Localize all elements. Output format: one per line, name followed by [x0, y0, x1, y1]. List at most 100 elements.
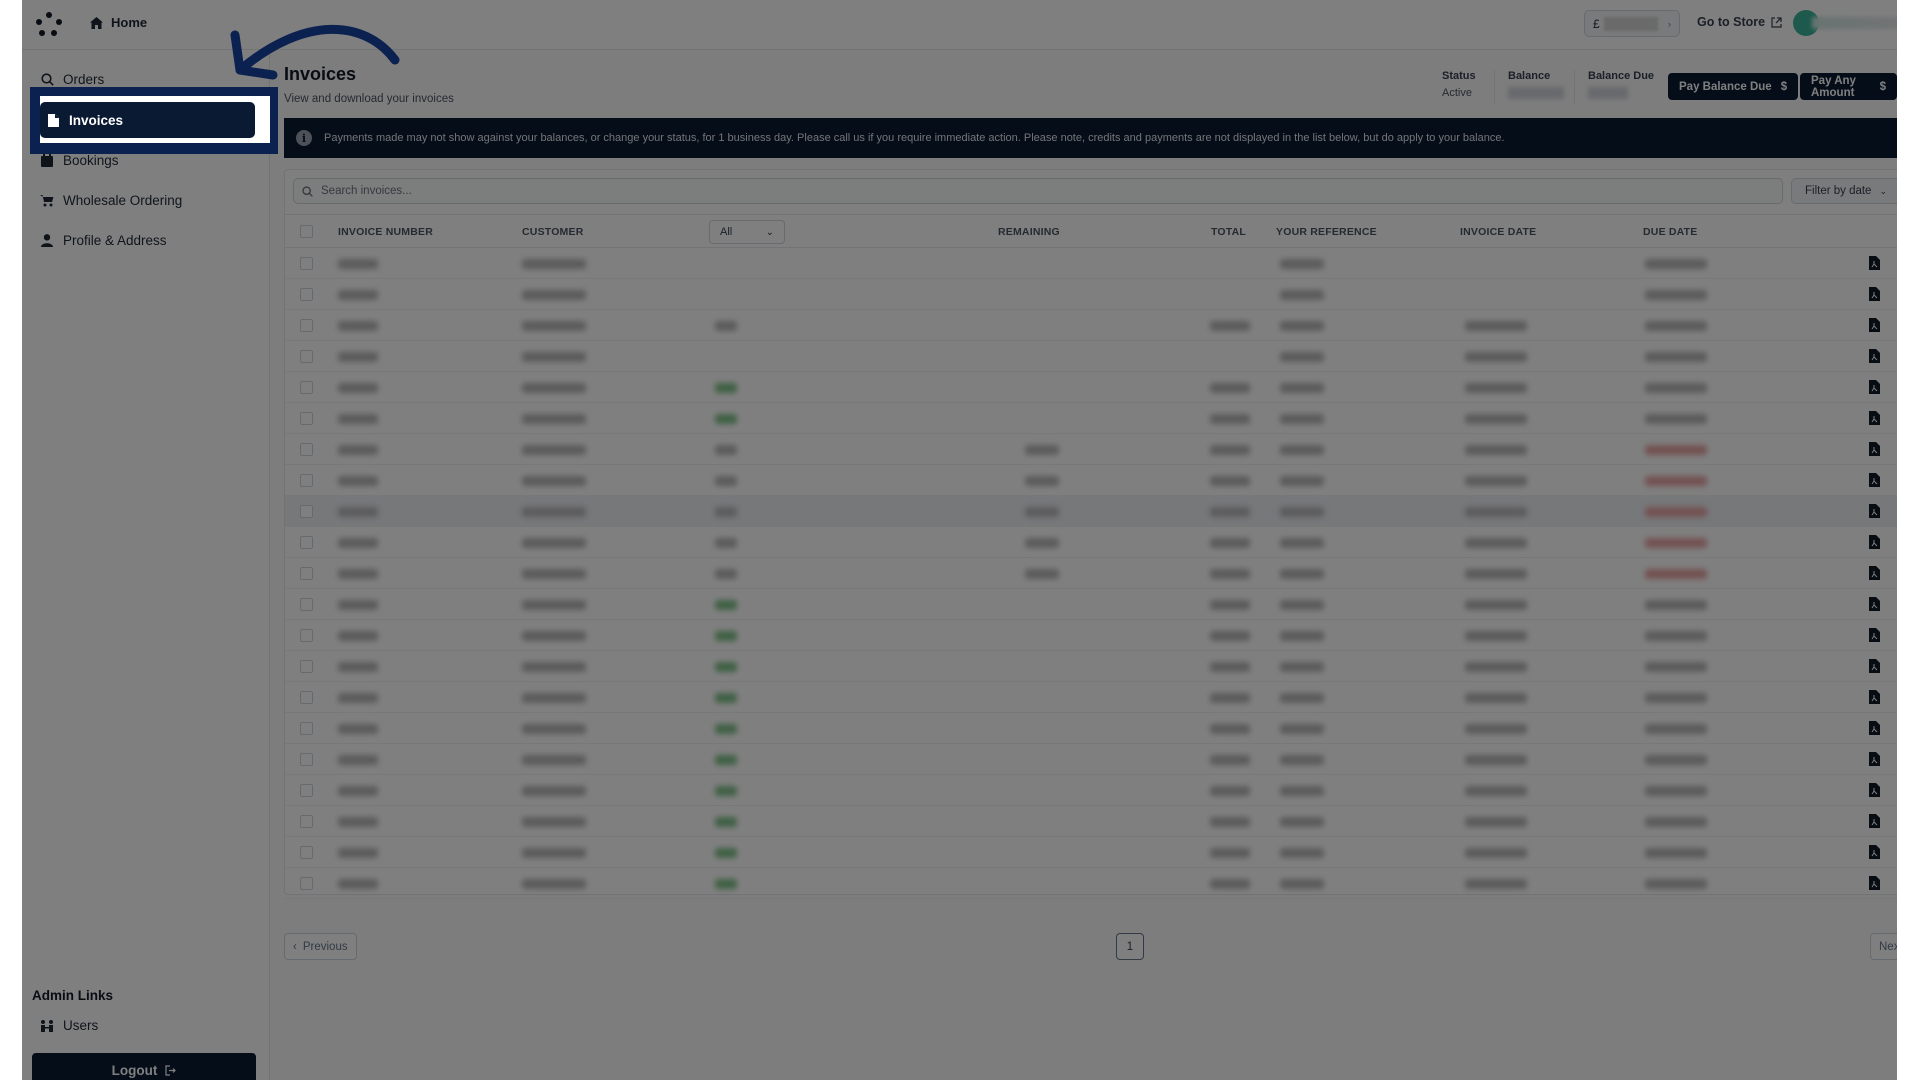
pdf-download-icon[interactable] — [1869, 597, 1880, 611]
row-checkbox[interactable] — [300, 722, 313, 735]
pdf-download-icon[interactable] — [1869, 349, 1880, 363]
select-all-checkbox[interactable] — [300, 225, 313, 238]
pdf-download-icon[interactable] — [1869, 628, 1880, 642]
customer-redacted — [522, 290, 586, 300]
row-checkbox[interactable] — [300, 877, 313, 890]
table-row[interactable] — [285, 372, 1897, 403]
table-row[interactable] — [285, 527, 1897, 558]
pdf-download-icon[interactable] — [1869, 318, 1880, 332]
reference-redacted — [1280, 724, 1324, 734]
pdf-download-icon[interactable] — [1869, 256, 1880, 270]
table-row[interactable] — [285, 775, 1897, 806]
table-row[interactable] — [285, 496, 1897, 527]
table-row[interactable] — [285, 310, 1897, 341]
pdf-download-icon[interactable] — [1869, 783, 1880, 797]
row-checkbox[interactable] — [300, 350, 313, 363]
pdf-download-icon[interactable] — [1869, 473, 1880, 487]
column-total[interactable]: TOTAL — [1211, 226, 1246, 238]
row-checkbox[interactable] — [300, 784, 313, 797]
pdf-download-icon[interactable] — [1869, 411, 1880, 425]
row-checkbox[interactable] — [300, 660, 313, 673]
pdf-download-icon[interactable] — [1869, 721, 1880, 735]
customer-redacted — [522, 476, 586, 486]
row-checkbox[interactable] — [300, 815, 313, 828]
row-checkbox[interactable] — [300, 598, 313, 611]
row-checkbox[interactable] — [300, 567, 313, 580]
row-checkbox[interactable] — [300, 319, 313, 332]
sidebar-item-profile-address[interactable]: Profile & Address — [40, 233, 167, 248]
table-row[interactable] — [285, 589, 1897, 620]
pdf-download-icon[interactable] — [1869, 814, 1880, 828]
pdf-download-icon[interactable] — [1869, 659, 1880, 673]
table-row[interactable] — [285, 434, 1897, 465]
table-row[interactable] — [285, 744, 1897, 775]
pdf-download-icon[interactable] — [1869, 566, 1880, 580]
row-checkbox[interactable] — [300, 629, 313, 642]
pdf-download-icon[interactable] — [1869, 287, 1880, 301]
status-filter-select[interactable]: All ⌄ — [709, 220, 785, 244]
sidebar-item-wholesale-ordering[interactable]: Wholesale Ordering — [40, 193, 182, 208]
column-invoice-number[interactable]: INVOICE NUMBER — [338, 226, 433, 238]
home-link[interactable]: Home — [90, 15, 147, 30]
banner-text: Payments made may not show against your … — [324, 132, 1505, 144]
filter-by-date-button[interactable]: Filter by date ⌄ — [1791, 178, 1897, 204]
pdf-download-icon[interactable] — [1869, 504, 1880, 518]
pdf-download-icon[interactable] — [1869, 876, 1880, 890]
row-checkbox[interactable] — [300, 691, 313, 704]
table-row[interactable] — [285, 403, 1897, 434]
go-to-store-link[interactable]: Go to Store — [1697, 15, 1782, 29]
invoice-date-redacted — [1465, 507, 1527, 517]
invoice-number-redacted — [338, 600, 378, 610]
dollar-icon: $ — [1879, 80, 1886, 93]
row-checkbox[interactable] — [300, 846, 313, 859]
logout-button[interactable]: Logout — [32, 1053, 256, 1080]
table-row[interactable] — [285, 620, 1897, 651]
pdf-download-icon[interactable] — [1869, 752, 1880, 766]
row-checkbox[interactable] — [300, 474, 313, 487]
row-checkbox[interactable] — [300, 257, 313, 270]
column-due-date[interactable]: DUE DATE — [1643, 226, 1698, 238]
customer-redacted — [522, 507, 586, 517]
next-page-button[interactable]: Next › — [1870, 933, 1897, 960]
home-label: Home — [111, 15, 148, 30]
column-your-reference[interactable]: YOUR REFERENCE — [1276, 226, 1377, 238]
pdf-download-icon[interactable] — [1869, 535, 1880, 549]
column-remaining[interactable]: REMAINING — [998, 226, 1060, 238]
sidebar-item-bookings[interactable]: Bookings — [40, 153, 119, 168]
table-row[interactable] — [285, 341, 1897, 372]
search-input[interactable]: Search invoices... — [293, 178, 1783, 204]
row-checkbox[interactable] — [300, 536, 313, 549]
table-row[interactable] — [285, 682, 1897, 713]
row-checkbox[interactable] — [300, 412, 313, 425]
table-row[interactable] — [285, 713, 1897, 744]
pdf-download-icon[interactable] — [1869, 442, 1880, 456]
column-customer[interactable]: CUSTOMER — [522, 226, 584, 238]
table-row[interactable] — [285, 806, 1897, 837]
highlighted-sidebar-item-invoices[interactable]: Invoices — [40, 102, 255, 138]
sidebar-item-users[interactable]: Users — [40, 1018, 98, 1033]
table-row[interactable] — [285, 279, 1897, 310]
table-row[interactable] — [285, 248, 1897, 279]
column-invoice-date[interactable]: INVOICE DATE — [1460, 226, 1536, 238]
pay-any-amount-button[interactable]: Pay Any Amount $ — [1800, 73, 1897, 100]
logout-icon — [165, 1065, 177, 1076]
pay-balance-due-button[interactable]: Pay Balance Due $ — [1668, 73, 1799, 100]
table-row[interactable] — [285, 465, 1897, 496]
pdf-download-icon[interactable] — [1869, 380, 1880, 394]
pdf-download-icon[interactable] — [1869, 690, 1880, 704]
sidebar-item-orders[interactable]: Orders — [40, 72, 104, 87]
logo-icon[interactable] — [36, 12, 62, 38]
account-select[interactable]: £ › — [1584, 10, 1680, 37]
row-checkbox[interactable] — [300, 288, 313, 301]
row-checkbox[interactable] — [300, 443, 313, 456]
page-number-button[interactable]: 1 — [1116, 933, 1144, 960]
table-row[interactable] — [285, 558, 1897, 589]
table-row[interactable] — [285, 837, 1897, 868]
pdf-download-icon[interactable] — [1869, 845, 1880, 859]
table-row[interactable] — [285, 868, 1897, 899]
previous-page-button[interactable]: ‹ Previous — [284, 933, 357, 960]
row-checkbox[interactable] — [300, 753, 313, 766]
row-checkbox[interactable] — [300, 505, 313, 518]
row-checkbox[interactable] — [300, 381, 313, 394]
table-row[interactable] — [285, 651, 1897, 682]
